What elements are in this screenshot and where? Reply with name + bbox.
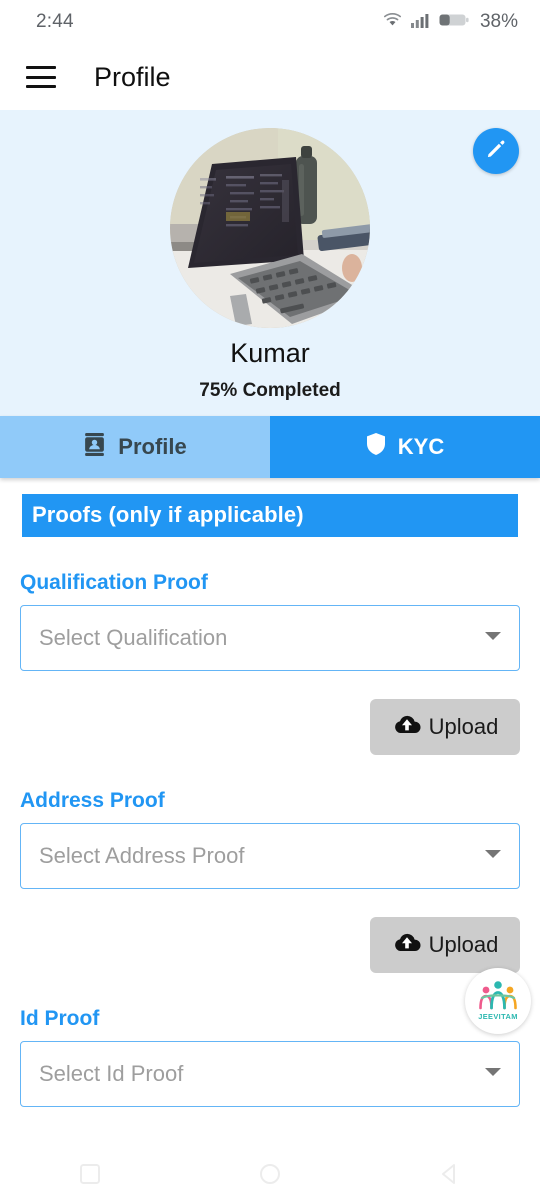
- profile-name: Kumar: [230, 338, 310, 368]
- profile-progress: 75% Completed: [199, 380, 341, 402]
- tab-kyc-label: KYC: [397, 434, 445, 459]
- id-proof-placeholder: Select Id Proof: [39, 1061, 184, 1086]
- tab-profile-label: Profile: [118, 434, 187, 459]
- back-button[interactable]: [438, 1162, 462, 1191]
- home-button[interactable]: [258, 1162, 282, 1191]
- avatar[interactable]: [170, 128, 370, 328]
- profile-progress-percent: 75%: [199, 380, 238, 401]
- tab-bar: Profile KYC: [0, 416, 540, 478]
- jeevitam-people-logo: JEEVITAM: [473, 974, 523, 1029]
- qualification-proof-placeholder: Select Qualification: [39, 625, 228, 650]
- shield-icon: [366, 432, 386, 462]
- qualification-upload-label: Upload: [428, 714, 499, 739]
- status-bar: 2:44 38%: [0, 0, 540, 44]
- field-address-proof: Address Proof Select Address Proof: [0, 789, 540, 889]
- battery-icon: [439, 12, 469, 33]
- tab-kyc[interactable]: KYC: [270, 416, 540, 478]
- contact-card-icon: [83, 432, 106, 463]
- battery-percent-label: 38%: [479, 11, 518, 32]
- id-proof-label: Id Proof: [20, 1007, 100, 1030]
- qualification-proof-select[interactable]: Select Qualification: [20, 605, 520, 671]
- hamburger-menu-icon[interactable]: [26, 66, 56, 88]
- status-time: 2:44: [36, 11, 74, 32]
- address-proof-placeholder: Select Address Proof: [39, 843, 245, 868]
- profile-progress-label: Completed: [242, 380, 341, 401]
- address-upload-button[interactable]: Upload: [370, 917, 520, 973]
- pencil-edit-icon: [484, 137, 508, 166]
- app-bar: Profile: [0, 44, 540, 110]
- jeevitam-floating-logo-button[interactable]: JEEVITAM: [465, 968, 531, 1034]
- edit-profile-button[interactable]: [473, 128, 519, 174]
- status-indicators: 38%: [382, 11, 518, 33]
- address-upload-row: Upload: [0, 917, 540, 973]
- android-nav-bar: [0, 1152, 540, 1200]
- cloud-upload-icon: [392, 712, 422, 742]
- qualification-upload-row: Upload: [0, 699, 540, 755]
- qualification-upload-button[interactable]: Upload: [370, 699, 520, 755]
- kyc-content: Proofs (only if applicable) Qualificatio…: [0, 494, 540, 1107]
- chevron-down-icon: [484, 1065, 502, 1083]
- tab-profile[interactable]: Profile: [0, 416, 270, 478]
- page-title: Profile: [94, 61, 171, 92]
- section-banner: Proofs (only if applicable): [22, 494, 518, 537]
- profile-header: Kumar 75% Completed: [0, 110, 540, 416]
- wifi-icon: [382, 12, 403, 33]
- cloud-upload-icon: [392, 930, 422, 960]
- chevron-down-icon: [484, 629, 502, 647]
- qualification-proof-label: Qualification Proof: [20, 571, 208, 594]
- address-proof-select[interactable]: Select Address Proof: [20, 823, 520, 889]
- id-proof-select[interactable]: Select Id Proof: [20, 1041, 520, 1107]
- address-proof-label: Address Proof: [20, 789, 165, 812]
- recents-button[interactable]: [78, 1162, 102, 1191]
- chevron-down-icon: [484, 847, 502, 865]
- cellular-signal-icon: [410, 12, 431, 33]
- svg-text:JEEVITAM: JEEVITAM: [478, 1012, 518, 1021]
- profile-kyc-screen: 2:44 38% Profile Kumar 75% Completed Pro…: [0, 0, 540, 1200]
- address-upload-label: Upload: [428, 932, 499, 957]
- field-qualification-proof: Qualification Proof Select Qualification: [0, 571, 540, 671]
- field-id-proof: Id Proof Select Id Proof: [0, 1007, 540, 1107]
